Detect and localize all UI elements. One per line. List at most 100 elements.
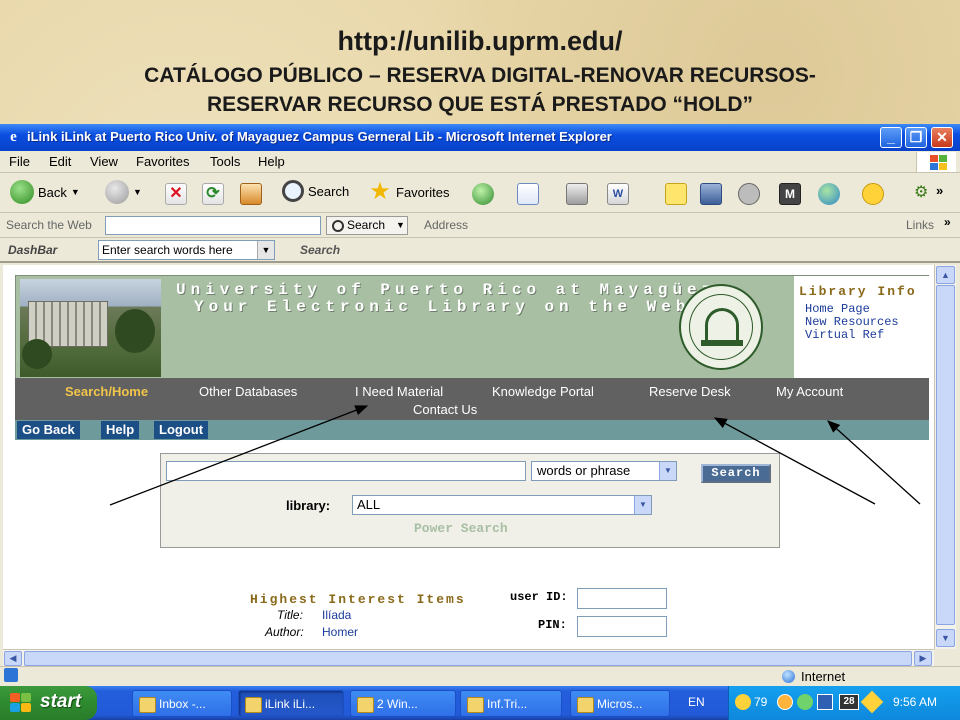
menu-edit[interactable]: Edit [49,154,71,169]
standard-toolbar: Back ▼ ▼ ✕ ⟳ Search ★ Favorites W M ⚙ » [0,173,960,213]
scroll-right-icon[interactable]: ▶ [914,651,932,666]
vertical-scrollbar[interactable]: ▲ ▼ [934,265,956,649]
address-label[interactable]: Address [424,218,468,232]
link-virtual-ref[interactable]: Virtual Ref [805,328,884,342]
home-icon[interactable] [240,183,262,205]
web-search-input[interactable] [105,216,321,235]
smiley-icon[interactable] [862,183,884,205]
menu-file[interactable]: File [9,154,30,169]
search-the-web-label: Search the Web [6,218,92,232]
scroll-up-icon[interactable]: ▲ [936,266,955,284]
horizontal-scrollbar[interactable]: ◀ ▶ [3,649,934,666]
chevron-down-icon[interactable]: ▼ [659,462,676,480]
search-mode-select[interactable]: words or phrase ▼ [531,461,677,481]
menu-help[interactable]: Help [258,154,285,169]
title-label: Title: [277,608,303,622]
title-link[interactable]: Ilíada [322,608,351,622]
note-icon[interactable] [665,183,687,205]
temperature: 79 [754,695,768,709]
network-icon[interactable] [797,694,813,710]
window-title: iLink iLink at Puerto Rico Univ. of Maya… [27,129,612,144]
mail-icon[interactable] [517,183,539,205]
power-search-link[interactable]: Power Search [414,521,508,536]
task-micros[interactable]: Micros... [570,690,670,717]
nav-knowledge-portal[interactable]: Knowledge Portal [492,384,594,399]
chevron-down-icon[interactable]: ▼ [133,187,142,197]
scroll-left-icon[interactable]: ◀ [4,651,22,666]
ie-logo-icon: e [10,129,17,145]
forward-button[interactable]: ▼ [105,180,142,206]
main-nav: Search/Home Other Databases I Need Mater… [15,378,929,420]
word-edit-icon[interactable]: W [607,183,629,205]
dashbar-search-input[interactable]: Enter search words here ▼ [98,240,275,260]
chevron-down-icon[interactable]: ▼ [257,241,274,259]
start-button[interactable]: start [0,686,97,720]
back-button[interactable]: Back ▼ [10,180,80,206]
nav-my-account[interactable]: My Account [776,384,843,399]
favorites-button[interactable]: ★ Favorites [368,180,449,206]
author-link[interactable]: Homer [322,625,358,639]
stop-icon[interactable]: ✕ [165,183,187,205]
dashbar-search-button[interactable]: Search [300,243,340,257]
scroll-thumb[interactable] [936,285,955,625]
menu-view[interactable]: View [90,154,118,169]
clock[interactable]: 9:56 AM [893,695,937,709]
page-status-icon [4,668,18,682]
help-button[interactable]: Help [101,421,140,439]
dashbar-label: DashBar [8,243,58,257]
toolbar-overflow-icon[interactable]: » [936,183,950,205]
chevron-down-icon[interactable]: ▼ [71,187,80,197]
settings-gear-icon[interactable]: ⚙ [914,183,930,205]
zone-indicator: Internet [782,669,845,684]
task-ilink[interactable]: iLink iLi... [238,690,344,717]
nav-reserve-desk[interactable]: Reserve Desk [649,384,731,399]
m-app-icon[interactable]: M [779,183,801,205]
close-button[interactable]: ✕ [931,127,953,148]
link-home-page[interactable]: Home Page [805,302,870,316]
refresh-icon[interactable]: ⟳ [202,183,224,205]
nav-i-need-material[interactable]: I Need Material [355,384,443,399]
scroll-down-icon[interactable]: ▼ [936,629,955,647]
nav-search-home[interactable]: Search/Home [65,384,148,399]
web-content: University of Puerto Rico at Mayagüez Yo… [3,265,934,649]
nav-contact-us[interactable]: Contact Us [413,402,477,417]
monitor-icon[interactable] [817,694,833,710]
minimize-button[interactable]: _ [880,127,902,148]
weather-icon[interactable] [735,694,751,710]
menu-tools[interactable]: Tools [210,154,240,169]
search-the-web-bar: Search the Web Search ▼ Address Links » [0,213,960,238]
language-indicator[interactable]: EN [688,695,705,709]
link-new-resources[interactable]: New Resources [805,315,899,329]
catalog-search-button[interactable]: Search [701,464,771,483]
task-windows-group[interactable]: 2 Win... [350,690,456,717]
chevron-down-icon[interactable]: ▼ [396,216,408,235]
go-back-button[interactable]: Go Back [17,421,80,439]
taskbar: start Inbox -... iLink iLi... 2 Win... I… [0,686,960,720]
print-icon[interactable] [566,183,588,205]
maximize-button[interactable]: ❐ [905,127,927,148]
links-overflow-icon[interactable]: » [944,215,951,229]
catalog-search-box: words or phrase ▼ Search library: ALL ▼ … [160,453,780,548]
calendar-icon[interactable]: 28 [839,694,859,710]
library-select[interactable]: ALL ▼ [352,495,652,515]
task-inf-tri[interactable]: Inf.Tri... [460,690,562,717]
chevron-down-icon[interactable]: ▼ [634,496,651,514]
people-icon[interactable] [818,183,840,205]
research-icon[interactable] [700,183,722,205]
history-icon[interactable] [472,183,494,205]
menu-favorites[interactable]: Favorites [136,154,189,169]
tray-app-icon[interactable] [777,694,793,710]
search-button[interactable]: Search [282,180,349,206]
catalog-search-input[interactable] [166,461,526,481]
links-label[interactable]: Links [906,218,934,232]
task-inbox[interactable]: Inbox -... [132,690,232,717]
globe-icon [782,670,795,683]
user-id-input[interactable] [577,588,667,609]
library-info-box: Library Info Home Page New Resources Vir… [794,276,929,378]
nav-other-databases[interactable]: Other Databases [199,384,297,399]
logout-button[interactable]: Logout [154,421,209,439]
pin-input[interactable] [577,616,667,637]
alert-icon[interactable] [860,690,884,714]
h-scroll-thumb[interactable] [24,651,912,666]
messenger-icon[interactable] [738,183,760,205]
